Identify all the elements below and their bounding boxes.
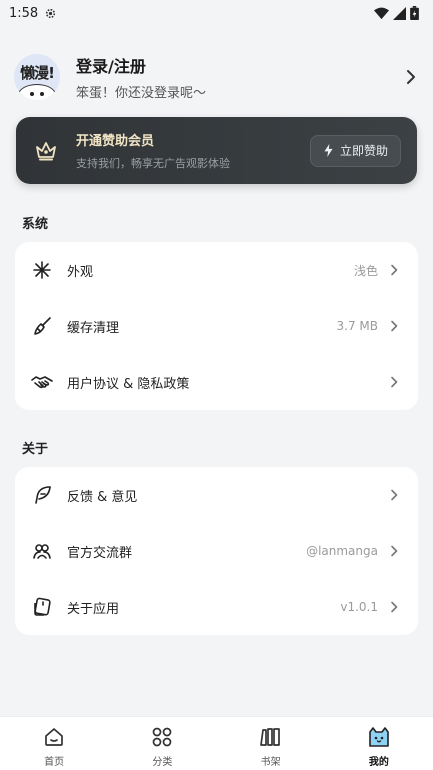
- about-card: 反馈 & 意见 官方交流群 @lanmanga 关于应用 v1.0.1: [15, 467, 418, 635]
- settings-row-about-app[interactable]: 关于应用 v1.0.1: [15, 579, 418, 635]
- cache-clear-label: 缓存清理: [67, 320, 120, 336]
- profile-login-row[interactable]: 懒漫! 登录/注册 笨蛋！你还没登录呢～: [14, 52, 419, 102]
- app-info-icon: [31, 596, 53, 618]
- bookshelf-icon: [259, 728, 280, 746]
- system-settings-card: 外观 浅色 缓存清理 3.7 MB 用户协议 & 隐私政策: [15, 242, 418, 410]
- handshake-icon: [31, 371, 53, 393]
- app-version-value: v1.0.1: [340, 600, 378, 614]
- sponsor-now-button[interactable]: 立即赞助: [309, 134, 401, 167]
- feedback-label: 反馈 & 意见: [67, 489, 138, 505]
- appearance-label: 外观: [67, 264, 94, 280]
- settings-gear-icon: [46, 8, 56, 18]
- category-icon: [153, 727, 172, 747]
- appearance-icon: [31, 259, 53, 281]
- status-time: 1:58: [9, 5, 39, 21]
- settings-row-cache-clear[interactable]: 缓存清理 3.7 MB: [15, 298, 418, 354]
- broom-icon: [31, 315, 53, 337]
- login-title: 登录/注册: [76, 57, 146, 76]
- chevron-right-icon: [391, 601, 398, 613]
- home-icon: [45, 728, 63, 746]
- section-title-about: 关于: [22, 442, 49, 457]
- chevron-right-icon: [391, 376, 398, 388]
- wifi-icon: [374, 7, 389, 19]
- tab-category-label: 分类: [152, 757, 173, 768]
- chevron-right-icon: [391, 264, 398, 276]
- about-app-label: 关于应用: [67, 601, 120, 617]
- cat-profile-icon: [369, 727, 389, 747]
- vip-membership-card[interactable]: 开通赞助会员 支持我们，畅享无广告观影体验 立即赞助: [16, 117, 417, 184]
- vip-subtitle: 支持我们，畅享无广告观影体验: [76, 157, 230, 170]
- user-agreement-label: 用户协议 & 隐私政策: [67, 376, 190, 392]
- settings-row-official-group[interactable]: 官方交流群 @lanmanga: [15, 523, 418, 579]
- section-title-system: 系统: [22, 217, 49, 232]
- bottom-tab-bar: 首页 分类 书架 我的: [0, 716, 433, 770]
- feather-icon: [31, 484, 53, 506]
- chevron-right-icon: [391, 320, 398, 332]
- tab-bookshelf-label: 书架: [260, 757, 281, 768]
- chevron-right-icon: [391, 489, 398, 501]
- avatar-logo-text: 懒漫!: [20, 63, 55, 82]
- battery-icon: [410, 6, 419, 20]
- tab-mine-label: 我的: [368, 757, 389, 768]
- cellular-signal-icon: [393, 6, 406, 20]
- settings-row-appearance[interactable]: 外观 浅色: [15, 242, 418, 298]
- login-subtitle: 笨蛋！你还没登录呢～: [76, 86, 207, 101]
- tab-home-label: 首页: [44, 757, 65, 768]
- tab-mine[interactable]: 我的: [325, 717, 433, 770]
- official-group-handle: @lanmanga: [306, 544, 378, 558]
- vip-title: 开通赞助会员: [76, 134, 155, 149]
- sponsor-now-label: 立即赞助: [339, 144, 388, 158]
- official-group-label: 官方交流群: [67, 545, 133, 561]
- chevron-right-icon: [407, 70, 415, 84]
- group-icon: [31, 540, 53, 562]
- avatar-cat-icon: [18, 84, 56, 100]
- chevron-right-icon: [391, 545, 398, 557]
- tab-home[interactable]: 首页: [0, 717, 108, 770]
- tab-category[interactable]: 分类: [108, 717, 216, 770]
- avatar[interactable]: 懒漫!: [14, 54, 60, 100]
- settings-row-feedback[interactable]: 反馈 & 意见: [15, 467, 418, 523]
- settings-row-user-agreement[interactable]: 用户协议 & 隐私政策: [15, 354, 418, 410]
- crown-icon: [36, 141, 56, 160]
- lightning-icon: [324, 144, 333, 157]
- status-bar: 1:58: [0, 0, 433, 26]
- cache-size-value: 3.7 MB: [336, 319, 378, 333]
- tab-bookshelf[interactable]: 书架: [217, 717, 325, 770]
- appearance-value: 浅色: [353, 263, 378, 278]
